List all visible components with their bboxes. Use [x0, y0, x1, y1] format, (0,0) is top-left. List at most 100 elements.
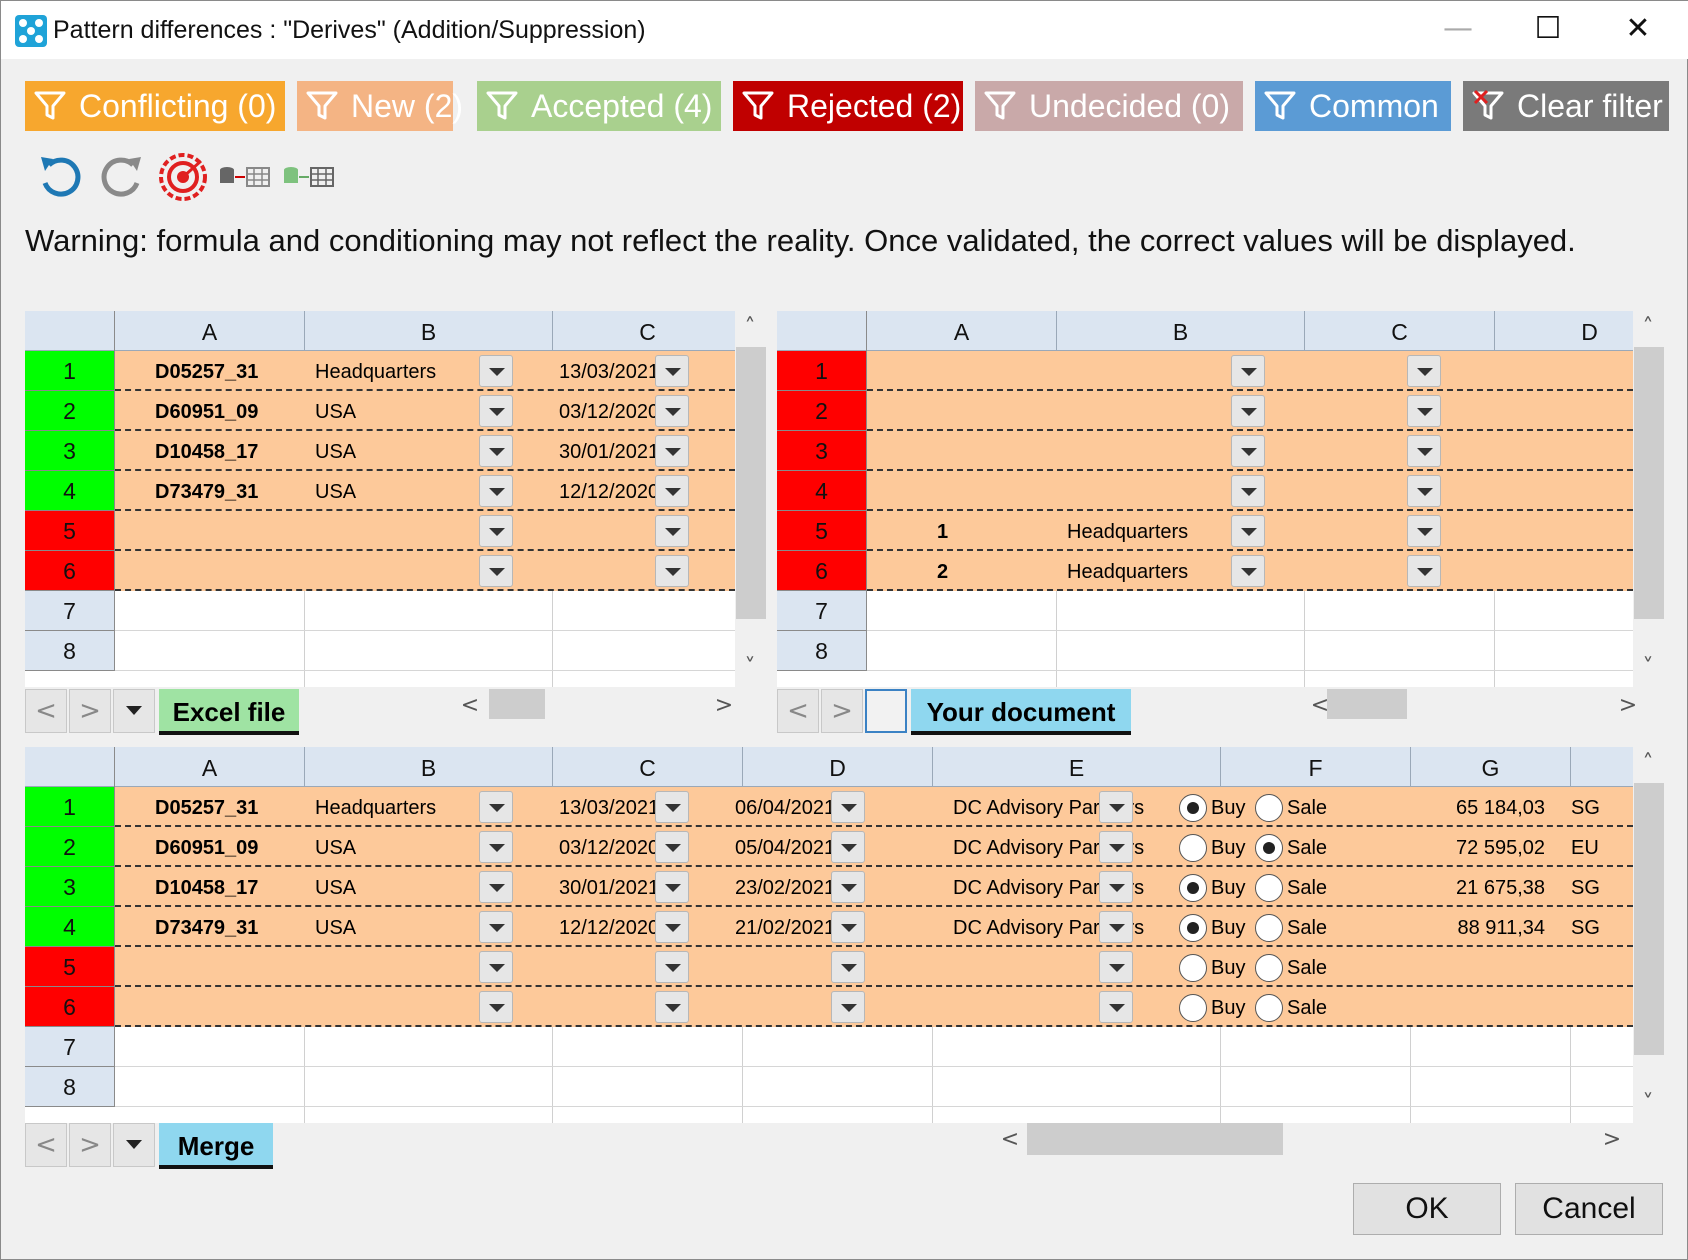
cell-b[interactable]: USA	[315, 431, 495, 471]
scroll-up-arrow-icon[interactable]: ˄	[1633, 315, 1663, 340]
cell-b[interactable]: Headquarters	[1067, 551, 1237, 591]
sheet-list-dropdown[interactable]	[113, 689, 155, 733]
dropdown-button[interactable]	[831, 791, 865, 823]
row-header[interactable]: 5	[777, 511, 867, 551]
excel-vertical-scrollbar[interactable]: ˄ ˅	[735, 311, 767, 687]
sale-radio[interactable]	[1255, 834, 1283, 862]
row-header[interactable]: 2	[25, 827, 115, 867]
cell-a[interactable]	[155, 551, 305, 591]
cell-g[interactable]: 21 675,38	[1415, 867, 1545, 907]
column-header-A[interactable]: A	[115, 311, 305, 351]
table-row[interactable]: 8	[777, 631, 1633, 671]
cell-e[interactable]: DC Advisory Partners	[953, 867, 1193, 907]
row-header[interactable]: 5	[25, 511, 115, 551]
filter-button-5[interactable]: Common	[1255, 81, 1451, 131]
filter-button-6[interactable]: Clear filter	[1463, 81, 1669, 131]
table-row[interactable]: 8	[25, 631, 735, 671]
ok-button[interactable]: OK	[1353, 1183, 1501, 1235]
dropdown-button[interactable]	[1099, 871, 1133, 903]
dropdown-button[interactable]	[1099, 911, 1133, 943]
scrollbar-thumb[interactable]	[736, 347, 766, 619]
dropdown-button[interactable]	[655, 515, 689, 547]
cell-g[interactable]: 65 184,03	[1415, 787, 1545, 827]
redo-icon[interactable]	[97, 151, 147, 206]
cell-b[interactable]	[315, 987, 495, 1027]
column-header-G[interactable]: G	[1411, 747, 1571, 787]
cell-b[interactable]: USA	[315, 827, 495, 867]
row-header[interactable]: 8	[777, 631, 867, 671]
maximize-button[interactable]: ☐	[1503, 1, 1593, 59]
column-header-B[interactable]: B	[305, 747, 553, 787]
row-header[interactable]: 2	[25, 391, 115, 431]
dropdown-button[interactable]	[655, 871, 689, 903]
cell-b[interactable]: USA	[315, 867, 495, 907]
cell-e[interactable]	[953, 947, 1193, 987]
buy-radio[interactable]	[1179, 994, 1207, 1022]
column-header-B[interactable]: B	[1057, 311, 1305, 351]
dropdown-button[interactable]	[1231, 515, 1265, 547]
row-header[interactable]: 8	[25, 631, 115, 671]
scroll-left-arrow-icon[interactable]: <	[995, 1127, 1025, 1152]
row-header[interactable]: 3	[777, 431, 867, 471]
row-header[interactable]: 7	[25, 1027, 115, 1067]
dropdown-button[interactable]	[479, 355, 513, 387]
sale-radio[interactable]	[1255, 874, 1283, 902]
dropdown-button[interactable]	[1231, 435, 1265, 467]
dropdown-button[interactable]	[1099, 831, 1133, 863]
scroll-down-arrow-icon[interactable]: ˅	[1633, 655, 1663, 680]
scrollbar-thumb[interactable]	[1634, 783, 1664, 1055]
dropdown-button[interactable]	[655, 991, 689, 1023]
cell-b[interactable]: Headquarters	[315, 351, 495, 391]
row-header[interactable]: 6	[25, 551, 115, 591]
table-row[interactable]: 5	[25, 511, 735, 551]
column-header-C[interactable]: C	[553, 311, 735, 351]
dropdown-button[interactable]	[655, 791, 689, 823]
doc-vertical-scrollbar[interactable]: ˄ ˅	[1633, 311, 1665, 687]
cell-e[interactable]: DC Advisory Partners	[953, 907, 1193, 947]
cell-b[interactable]	[1067, 471, 1237, 511]
merge-horizontal-scrollbar-thumb[interactable]	[1027, 1123, 1283, 1155]
cell-a[interactable]: D05257_31	[155, 351, 305, 391]
buy-radio[interactable]	[1179, 914, 1207, 942]
database-to-table-icon[interactable]	[219, 165, 271, 194]
dropdown-button[interactable]	[655, 435, 689, 467]
dropdown-button[interactable]	[1231, 355, 1265, 387]
table-row[interactable]: 4	[777, 471, 1633, 511]
table-row[interactable]: 5 1 Headquarters	[777, 511, 1633, 551]
tab-merge[interactable]: Merge	[159, 1123, 273, 1169]
cell-a[interactable]: D73479_31	[155, 471, 305, 511]
table-row[interactable]: 7	[777, 591, 1633, 631]
dropdown-button[interactable]	[479, 991, 513, 1023]
cell-g[interactable]: 88 911,34	[1415, 907, 1546, 947]
cell-b[interactable]	[1067, 391, 1237, 431]
next-sheet-button[interactable]: >	[69, 1123, 111, 1167]
scroll-right-arrow-icon[interactable]: >	[709, 693, 739, 718]
dropdown-button[interactable]	[479, 515, 513, 547]
column-header-C[interactable]: C	[1305, 311, 1495, 351]
dropdown-button[interactable]	[831, 991, 865, 1023]
table-row[interactable]: 7	[25, 1027, 1633, 1067]
cell-h[interactable]	[1571, 947, 1611, 987]
cell-a[interactable]: D10458_17	[155, 431, 305, 471]
dropdown-button[interactable]	[1407, 515, 1441, 547]
cell-b[interactable]: USA	[315, 391, 495, 431]
cell-a[interactable]	[937, 471, 977, 511]
dropdown-button[interactable]	[1407, 555, 1441, 587]
cell-h[interactable]	[1571, 987, 1611, 1027]
column-header-A[interactable]: A	[115, 747, 305, 787]
cell-a[interactable]: D05257_31	[155, 787, 305, 827]
table-row[interactable]: 3 D10458_17 USA 30/01/2021	[25, 431, 735, 471]
table-row[interactable]: 2	[777, 391, 1633, 431]
table-row[interactable]: 1	[777, 351, 1633, 391]
cell-b[interactable]	[315, 511, 495, 551]
your-document-grid[interactable]: A B C D 1 2 3 4 5 1 Headquarters 6 2 Headquarters 7 8	[777, 311, 1633, 687]
cell-b[interactable]: Headquarters	[315, 787, 495, 827]
row-header[interactable]: 8	[25, 1067, 115, 1107]
row-header[interactable]: 4	[25, 471, 115, 511]
row-header[interactable]: 3	[25, 431, 115, 471]
table-row[interactable]: 6 2 Headquarters	[777, 551, 1633, 591]
prev-sheet-button[interactable]: <	[25, 689, 67, 733]
cell-b[interactable]	[315, 947, 495, 987]
row-header[interactable]: 7	[777, 591, 867, 631]
dropdown-button[interactable]	[1099, 791, 1133, 823]
